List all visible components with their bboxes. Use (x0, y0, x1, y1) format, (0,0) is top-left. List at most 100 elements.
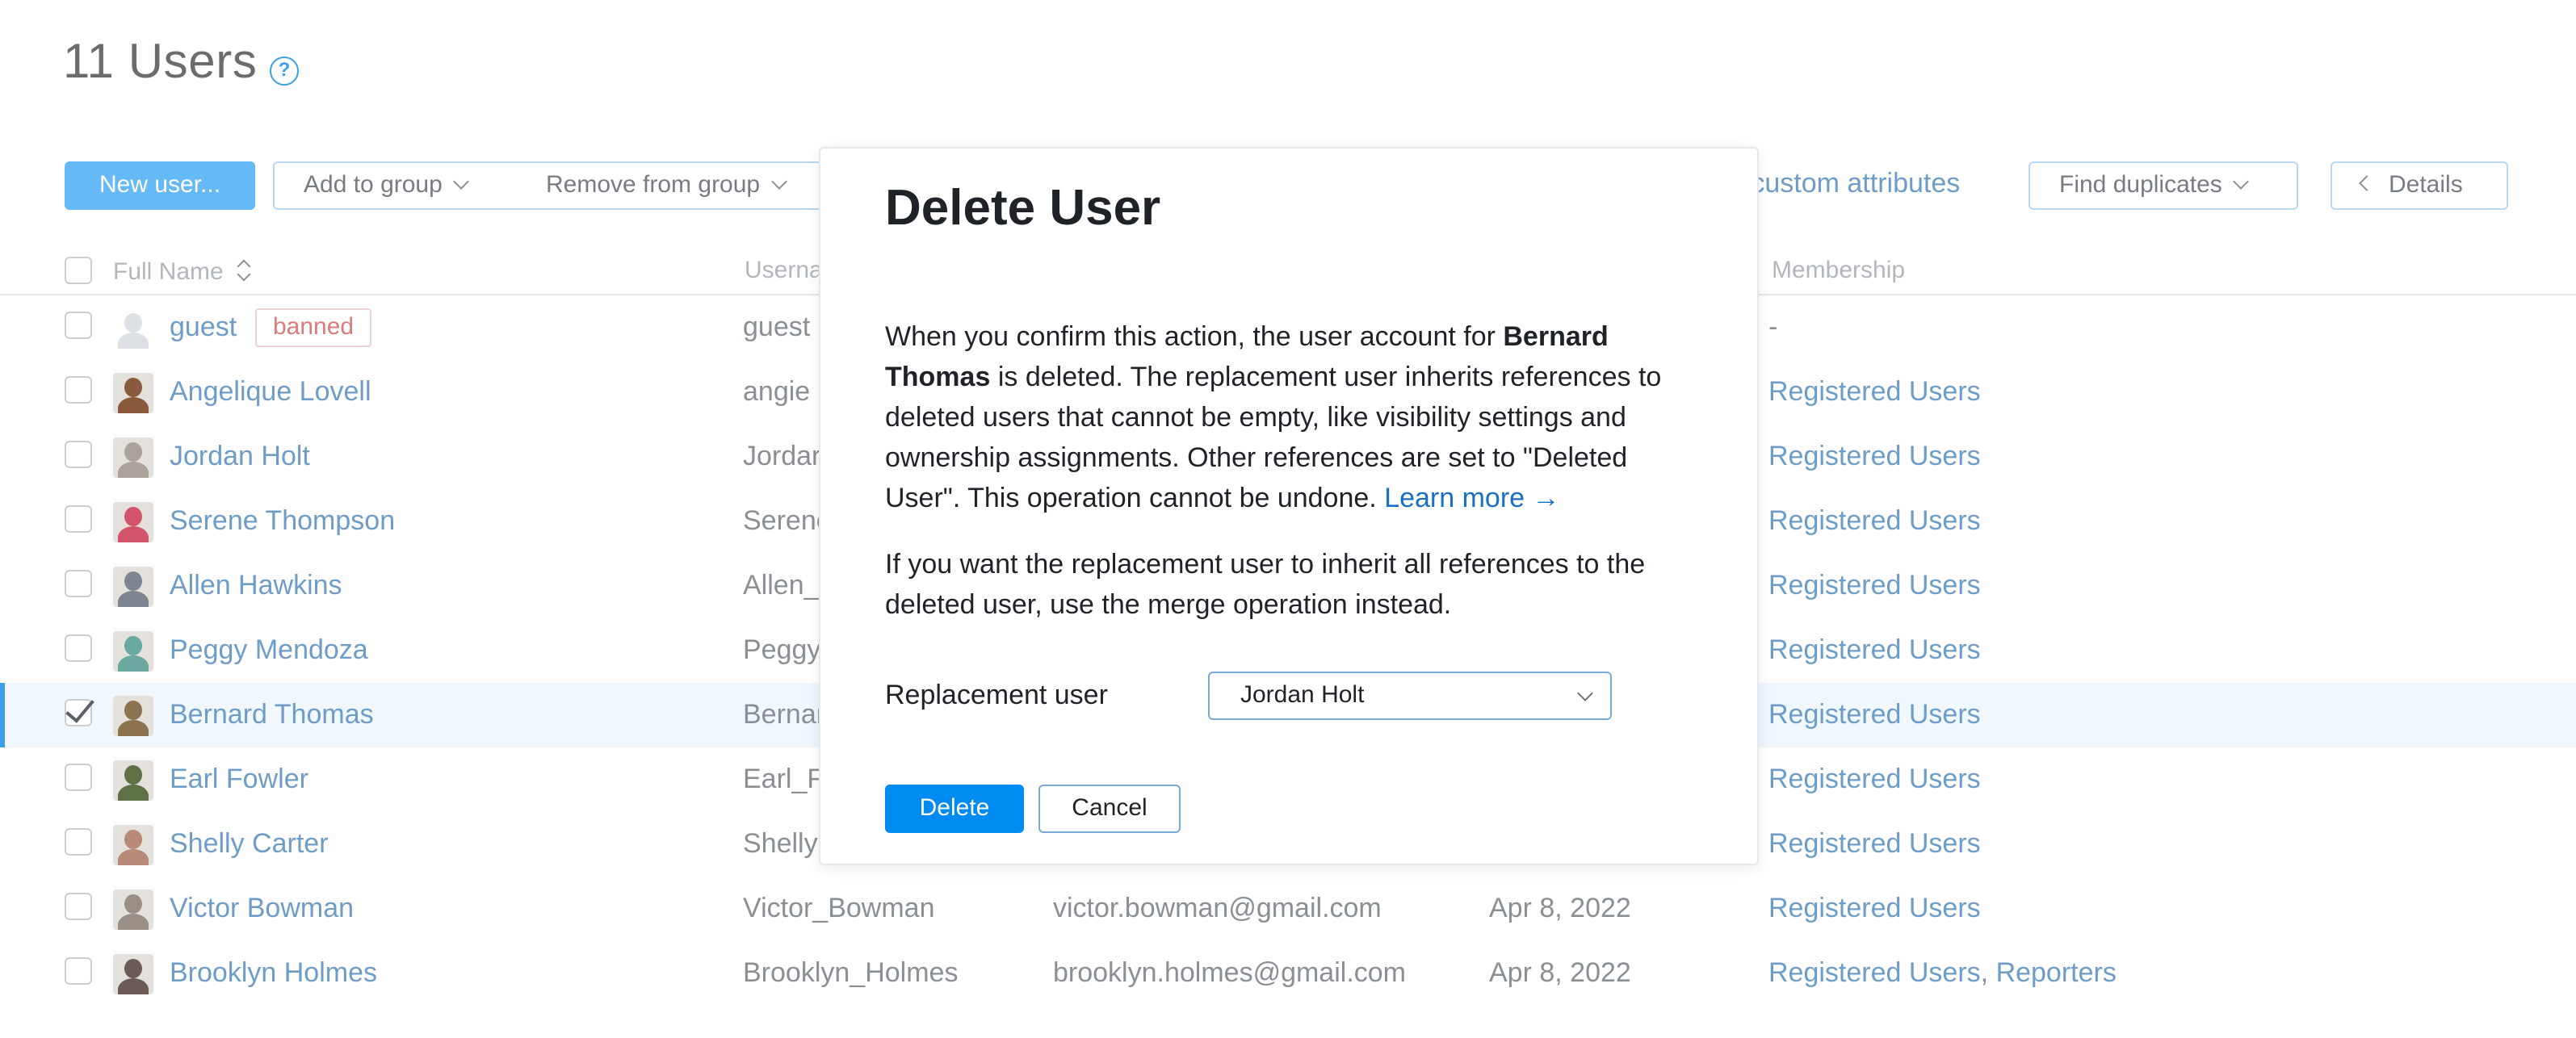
username-cell: Bernar (743, 699, 825, 731)
username-cell: guest (743, 312, 810, 344)
membership-group-link[interactable]: Registered Users (1768, 699, 1981, 730)
banned-badge: banned (255, 308, 371, 347)
description-text-1: When you confirm this action, the user a… (885, 321, 1503, 352)
row-checkbox[interactable] (65, 764, 92, 791)
membership-group-link[interactable]: Registered Users (1768, 634, 1981, 665)
find-duplicates-button[interactable]: Find duplicates (2028, 161, 2298, 210)
column-header-membership[interactable]: Membership (1772, 257, 1905, 284)
email-cell: victor.bowman@gmail.com (1053, 893, 1382, 925)
replacement-user-select[interactable]: Jordan Holt (1208, 672, 1612, 720)
avatar (113, 308, 153, 349)
email-cell: brooklyn.holmes@gmail.com (1053, 957, 1406, 990)
user-name-link[interactable]: Victor Bowman (170, 893, 354, 925)
membership-group-link[interactable]: Registered Users (1768, 893, 1981, 923)
username-cell: Victor_Bowman (743, 893, 935, 925)
delete-user-dialog: Delete User When you confirm this action… (819, 147, 1759, 865)
learn-more-link[interactable]: Learn more → (1384, 483, 1559, 513)
membership-cell: Registered Users (1768, 828, 1981, 860)
row-checkbox[interactable] (65, 699, 92, 726)
chevron-down-icon (2233, 174, 2249, 190)
row-checkbox[interactable] (65, 312, 92, 339)
delete-button[interactable]: Delete (885, 785, 1024, 833)
custom-attributes-link[interactable]: e custom attributes (1728, 168, 1960, 200)
membership-group-link[interactable]: Registered Users (1768, 570, 1981, 601)
user-name-link[interactable]: Bernard Thomas (170, 699, 374, 731)
date-cell: Apr 8, 2022 (1489, 957, 1631, 990)
user-name-link[interactable]: Shelly Carter (170, 828, 329, 860)
username-cell: Earl_F (743, 764, 824, 796)
avatar (113, 631, 153, 672)
dialog-description: When you confirm this action, the user a… (885, 316, 1693, 518)
row-checkbox[interactable] (65, 570, 92, 597)
replacement-user-value: Jordan Holt (1240, 681, 1364, 709)
avatar (113, 889, 153, 930)
membership-separator: , (1981, 957, 1996, 988)
dialog-title: Delete User (885, 179, 1160, 237)
membership-group-link[interactable]: Registered Users (1768, 828, 1981, 859)
user-name-link[interactable]: Allen Hawkins (170, 570, 342, 602)
membership-group-link[interactable]: Reporters (1996, 957, 2117, 988)
column-header-full-name[interactable]: Full Name (113, 257, 253, 286)
avatar (113, 373, 153, 413)
membership-group-link[interactable]: Registered Users (1768, 441, 1981, 471)
membership-cell: Registered Users, Reporters (1768, 957, 2117, 990)
avatar (113, 954, 153, 994)
membership-group-link[interactable]: Registered Users (1768, 764, 1981, 794)
date-cell: Apr 8, 2022 (1489, 893, 1631, 925)
membership-cell: Registered Users (1768, 634, 1981, 667)
username-cell: Allen_ (743, 570, 820, 602)
details-label: Details (2389, 171, 2463, 199)
find-duplicates-label: Find duplicates (2059, 171, 2222, 199)
chevron-down-icon (1577, 685, 1593, 701)
table-row[interactable]: Victor Bowman Victor_Bowman victor.bowman@… (0, 877, 2576, 941)
add-to-group-button[interactable]: Add to group (273, 161, 518, 210)
full-name-header-label: Full Name (113, 258, 224, 286)
user-name-link[interactable]: Brooklyn Holmes (170, 957, 377, 990)
membership-group-link[interactable]: Registered Users (1768, 957, 1981, 988)
username-cell: Jordar (743, 441, 820, 473)
membership-group-link: - (1768, 312, 1777, 342)
remove-from-group-button[interactable]: Remove from group (517, 161, 824, 210)
sort-icon (237, 260, 253, 283)
user-name-link[interactable]: Peggy Mendoza (170, 634, 368, 667)
add-to-group-label: Add to group (304, 171, 443, 199)
user-name-link[interactable]: Jordan Holt (170, 441, 310, 473)
membership-cell: Registered Users (1768, 570, 1981, 602)
user-name-link[interactable]: Serene Thompson (170, 505, 395, 538)
row-checkbox[interactable] (65, 376, 92, 404)
table-row[interactable]: Brooklyn HolmesBrooklyn_Holmesbrooklyn.h… (0, 941, 2576, 1006)
column-header-username[interactable]: Userna (745, 257, 823, 284)
username-cell: Shelly (743, 828, 818, 860)
user-name-link[interactable]: Angelique Lovell (170, 376, 371, 408)
membership-group-link[interactable]: Registered Users (1768, 505, 1981, 536)
row-checkbox[interactable] (65, 634, 92, 662)
question-circle-icon[interactable]: ? (270, 57, 299, 86)
user-name-link[interactable]: Earl Fowler (170, 764, 308, 796)
avatar (113, 567, 153, 607)
new-user-button[interactable]: New user... (65, 161, 255, 210)
membership-cell: Registered Users (1768, 441, 1981, 473)
membership-group-link[interactable]: Registered Users (1768, 376, 1981, 407)
membership-cell: Registered Users (1768, 764, 1981, 796)
row-checkbox[interactable] (65, 957, 92, 985)
users-page: 11 Users ? New user... Add to group Remo… (0, 0, 2576, 1038)
membership-cell: - (1768, 312, 1777, 344)
select-all-checkbox[interactable] (65, 257, 92, 284)
row-checkbox[interactable] (65, 505, 92, 533)
avatar (113, 696, 153, 736)
membership-cell: Registered Users (1768, 505, 1981, 538)
cancel-button[interactable]: Cancel (1038, 785, 1181, 833)
remove-from-group-label: Remove from group (546, 171, 760, 199)
replacement-user-label: Replacement user (885, 680, 1108, 712)
row-checkbox[interactable] (65, 441, 92, 468)
user-name-link[interactable]: guest (170, 312, 237, 344)
avatar (113, 502, 153, 542)
username-cell: Peggy (743, 634, 820, 667)
row-checkbox[interactable] (65, 893, 92, 920)
row-checkbox[interactable] (65, 828, 92, 856)
details-button[interactable]: Details (2331, 161, 2508, 210)
new-user-label: New user... (99, 171, 220, 199)
chevron-down-icon (770, 174, 787, 190)
avatar (113, 437, 153, 478)
chevron-left-icon (2359, 175, 2375, 191)
